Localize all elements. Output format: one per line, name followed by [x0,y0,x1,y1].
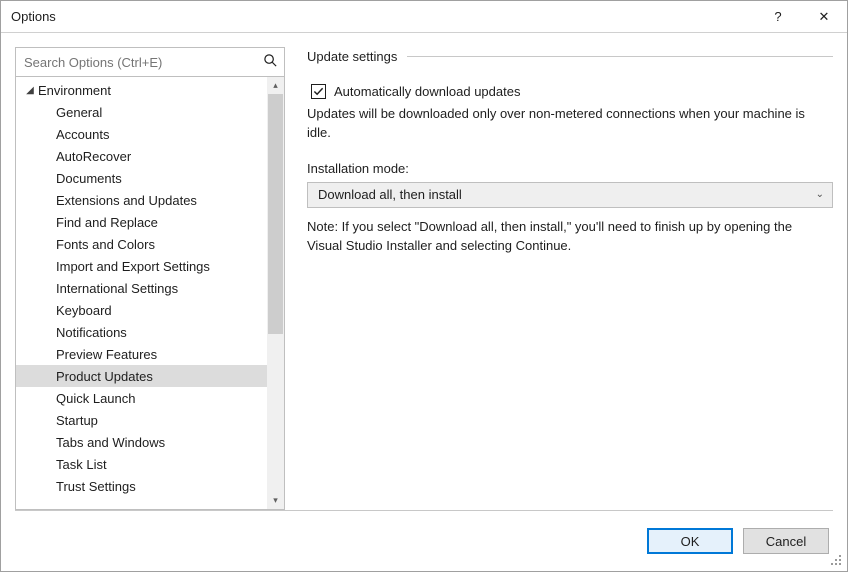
tree-item-label: Startup [56,413,98,428]
tree-item[interactable]: Startup [16,409,267,431]
checkmark-icon [313,86,324,97]
tree-item[interactable]: Trust Settings [16,475,267,497]
options-dialog: Options ? ✕ ◢Environment General Accounts A… [0,0,848,572]
title-bar: Options ? ✕ [1,1,847,33]
tree-item-label: Import and Export Settings [56,259,210,274]
search-input[interactable] [16,48,284,76]
auto-download-description: Updates will be downloaded only over non… [307,105,827,143]
tree-item[interactable]: Extensions and Updates [16,189,267,211]
tree-item[interactable]: Fonts and Colors [16,233,267,255]
tree-item-label: International Settings [56,281,178,296]
help-button[interactable]: ? [755,1,801,33]
tree-item[interactable]: Quick Launch [16,387,267,409]
install-mode-select[interactable]: Download all, then install ⌄ [307,182,833,208]
tree-item-label: AutoRecover [56,149,131,164]
help-icon: ? [774,9,781,24]
install-mode-label: Installation mode: [307,161,833,176]
tree-item-label: Preview Features [56,347,157,362]
content-panel: Update settings Automatically download u… [307,47,833,510]
tree-item-label: Find and Replace [56,215,158,230]
section-header: Update settings [307,49,833,64]
category-tree: ◢Environment General Accounts AutoRecover Do… [16,77,267,509]
resize-grip[interactable] [831,555,843,567]
tree-item[interactable]: Preview Features [16,343,267,365]
tree-item[interactable]: Find and Replace [16,211,267,233]
scroll-thumb[interactable] [268,94,283,334]
tree-item[interactable]: General [16,101,267,123]
tree-item[interactable]: Task List [16,453,267,475]
ok-button[interactable]: OK [647,528,733,554]
tree-item-label: Fonts and Colors [56,237,155,252]
auto-download-label: Automatically download updates [334,84,520,99]
tree-item[interactable]: AutoRecover [16,145,267,167]
tree-item-label: Tabs and Windows [56,435,165,450]
section-title: Update settings [307,49,397,64]
tree-item-label: Quick Launch [56,391,136,406]
tree-item[interactable]: Accounts [16,123,267,145]
chevron-down-icon: ⌄ [816,189,824,200]
install-mode-value: Download all, then install [318,187,462,202]
dialog-body: ◢Environment General Accounts AutoRecover Do… [1,33,847,510]
auto-download-checkbox[interactable] [311,84,326,99]
tree-item-label: Documents [56,171,122,186]
tree-item-label: Task List [56,457,107,472]
search-box [16,48,284,77]
expander-icon[interactable]: ◢ [22,85,38,96]
tree-item[interactable]: Import and Export Settings [16,255,267,277]
tree-scrollbar[interactable]: ▴ ▾ [267,77,284,509]
tree-item[interactable]: Tabs and Windows [16,431,267,453]
close-button[interactable]: ✕ [801,1,847,33]
tree-item-label: Accounts [56,127,109,142]
tree-item[interactable]: Documents [16,167,267,189]
tree-item-label: Notifications [56,325,127,340]
tree-item-label: Environment [38,83,111,98]
tree-item[interactable]: Product Updates [16,365,267,387]
tree-item-label: Keyboard [56,303,112,318]
tree-item-label: General [56,105,102,120]
close-icon: ✕ [819,9,830,25]
cancel-button[interactable]: Cancel [743,528,829,554]
category-tree-wrap: ◢Environment General Accounts AutoRecover Do… [16,77,284,509]
tree-item[interactable]: Keyboard [16,299,267,321]
tree-item[interactable]: International Settings [16,277,267,299]
tree-item-environment[interactable]: ◢Environment [16,79,267,101]
auto-download-checkbox-row[interactable]: Automatically download updates [307,84,833,99]
tree-item-label: Extensions and Updates [56,193,197,208]
scroll-track[interactable] [267,94,284,492]
install-mode-note: Note: If you select "Download all, then … [307,218,827,256]
window-title: Options [1,9,56,24]
search-icon[interactable] [263,53,278,71]
left-panel: ◢Environment General Accounts AutoRecover Do… [15,47,285,510]
scroll-up-icon[interactable]: ▴ [267,77,284,94]
tree-item-label: Trust Settings [56,479,136,494]
tree-item[interactable]: Notifications [16,321,267,343]
section-divider [407,56,833,57]
tree-item-label: Product Updates [56,369,153,384]
dialog-footer: OK Cancel [1,511,847,571]
scroll-down-icon[interactable]: ▾ [267,492,284,509]
